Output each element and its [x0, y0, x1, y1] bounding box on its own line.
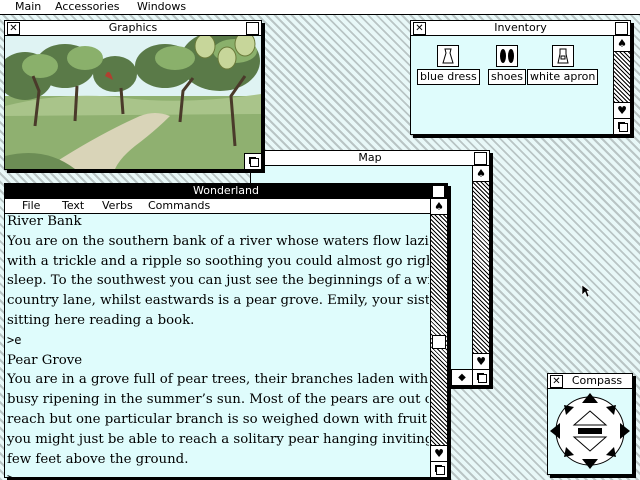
inventory-titlebar[interactable]: ✕ Inventory	[411, 21, 630, 36]
wonderland-scroll-up-icon[interactable]: ♠	[431, 199, 447, 215]
graphics-fullsize-button[interactable]	[246, 22, 259, 35]
wonderland-resize-icon[interactable]	[430, 461, 447, 477]
inventory-window: ✕ Inventory blue dress shoes white apron…	[410, 20, 631, 135]
compass-window: ✕ Compass	[547, 373, 633, 475]
wonderland-window: Wonderland File Text Verbs Commands Rive…	[4, 183, 448, 478]
wonderland-titlebar[interactable]: Wonderland	[5, 184, 447, 199]
player-command: >e	[7, 332, 22, 347]
compass-west-icon	[550, 423, 560, 439]
wonderland-fullsize-button[interactable]	[432, 185, 445, 198]
wonderland-scroll-track[interactable]	[431, 215, 447, 445]
shoes-icon	[495, 45, 518, 67]
inventory-item-label: white apron	[527, 69, 599, 85]
apron-icon	[551, 45, 574, 67]
inventory-item-shoes[interactable]: shoes	[488, 45, 526, 85]
compass-title: Compass	[567, 374, 627, 387]
map-fullsize-button[interactable]	[474, 152, 487, 165]
inventory-resize-icon[interactable]	[613, 118, 630, 134]
wonderland-scrollbar[interactable]: ♠ ♥	[430, 199, 447, 477]
graphics-resize-icon[interactable]	[244, 153, 261, 169]
story-line: few feet above the ground.	[7, 451, 189, 467]
mouse-pointer-icon	[581, 284, 591, 298]
menu-windows[interactable]: Windows	[137, 1, 186, 13]
inventory-scroll-up-icon[interactable]: ♠	[614, 36, 630, 52]
graphics-close-icon[interactable]: ✕	[7, 22, 20, 35]
location-heading: River Bank	[7, 214, 82, 229]
menu-file[interactable]: File	[22, 200, 40, 212]
inventory-scroll-down-icon[interactable]: ♥	[614, 102, 630, 118]
menu-bar: Main Accessories Windows	[0, 0, 640, 15]
story-line: busy ripening in the summer’s sun. Most …	[7, 392, 429, 408]
graphics-window: ✕ Graphics	[4, 20, 262, 170]
map-scrollbar[interactable]: ♠ ♥	[472, 166, 489, 385]
story-text-pane[interactable]: River Bank You are on the southern bank …	[7, 212, 429, 477]
map-scroll-down-icon[interactable]: ♥	[473, 353, 489, 369]
map-scroll-track[interactable]	[473, 182, 489, 353]
menu-main[interactable]: Main	[15, 1, 41, 13]
story-line: you might just be able to reach a solita…	[7, 431, 429, 447]
inventory-item-blue-dress[interactable]: blue dress	[417, 45, 480, 85]
map-scroll-up-icon[interactable]: ♠	[473, 166, 489, 182]
story-line: reach but one particular branch is so we…	[7, 411, 429, 427]
inventory-close-icon[interactable]: ✕	[413, 22, 426, 35]
menu-text[interactable]: Text	[62, 200, 84, 212]
wonderland-scroll-down-icon[interactable]: ♥	[431, 445, 447, 461]
dress-icon	[437, 45, 460, 67]
compass-rose	[550, 393, 630, 469]
menu-commands[interactable]: Commands	[148, 200, 210, 212]
pear-grove-picture	[5, 36, 261, 169]
inventory-title: Inventory	[490, 21, 551, 34]
inventory-item-white-apron[interactable]: white apron	[527, 45, 599, 85]
story-line: sleep. To the southwest you can just see…	[7, 273, 429, 289]
pear-grove-illustration	[5, 36, 261, 169]
compass-close-icon[interactable]: ✕	[550, 375, 563, 388]
map-titlebar[interactable]: Map	[251, 151, 489, 166]
story-line: You are in a grove full of pear trees, t…	[7, 372, 429, 388]
map-resize-icon[interactable]	[472, 369, 489, 385]
compass-east-icon	[620, 423, 630, 439]
wonderland-title: Wonderland	[189, 184, 263, 197]
map-title: Map	[354, 151, 386, 164]
wonderland-scroll-thumb[interactable]	[432, 335, 446, 349]
command-prompt[interactable]: >	[7, 469, 429, 477]
graphics-titlebar[interactable]: ✕ Graphics	[5, 21, 261, 36]
menu-verbs[interactable]: Verbs	[102, 200, 133, 212]
map-hscrollbar[interactable]: ◆	[451, 369, 472, 385]
location-heading: Pear Grove	[7, 352, 83, 368]
menu-accessories[interactable]: Accessories	[55, 1, 119, 13]
story-line: You are on the southern bank of a river …	[7, 233, 429, 249]
story-line: sitting here reading a book.	[7, 312, 195, 328]
inventory-item-label: blue dress	[417, 69, 480, 85]
inventory-item-label: shoes	[488, 69, 526, 85]
story-line: country lane, whilst eastwards is a pear…	[7, 293, 429, 309]
compass-titlebar[interactable]: ✕ Compass	[548, 374, 632, 389]
inventory-fullsize-button[interactable]	[615, 22, 628, 35]
graphics-title: Graphics	[104, 21, 162, 34]
inventory-scroll-track[interactable]	[614, 52, 630, 102]
story-line: with a trickle and a ripple so soothing …	[7, 253, 429, 269]
